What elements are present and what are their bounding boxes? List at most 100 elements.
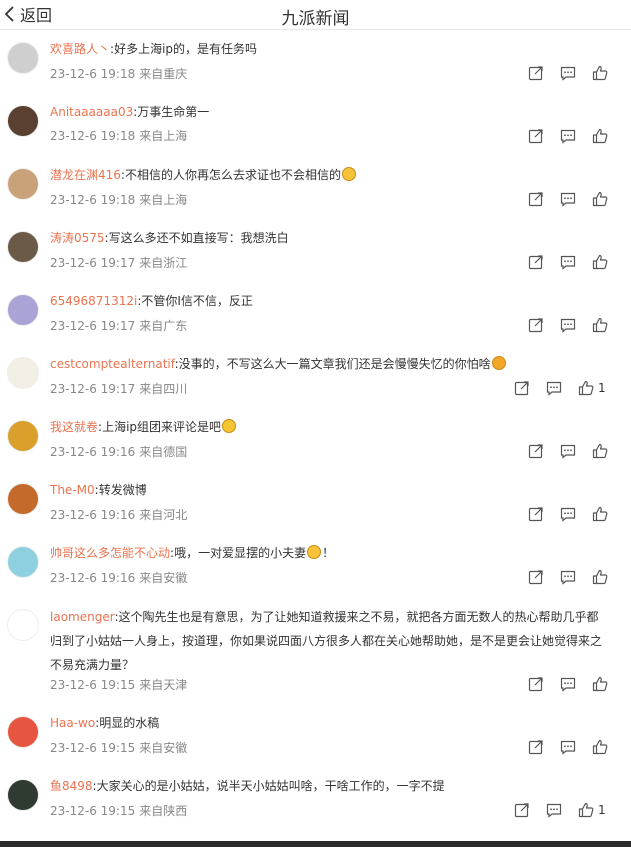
avatar[interactable] bbox=[7, 420, 39, 452]
comment-username[interactable]: 欢喜路人丶 bbox=[50, 42, 110, 56]
avatar[interactable] bbox=[7, 168, 39, 200]
comment-text: 上海ip组团来评论是吧 bbox=[102, 420, 222, 434]
comment-username[interactable]: 潜龙在渊416 bbox=[50, 168, 121, 182]
comment-date: 23-12-6 19:17 bbox=[50, 382, 136, 396]
comment-icon[interactable] bbox=[559, 64, 576, 81]
comment-icon[interactable] bbox=[545, 379, 562, 396]
thumbs-up-icon[interactable] bbox=[591, 316, 608, 333]
share-icon[interactable] bbox=[513, 801, 530, 818]
comment-text-line: The-M0:转发微博 bbox=[50, 479, 619, 501]
comment-actions bbox=[527, 442, 608, 459]
avatar[interactable] bbox=[7, 609, 39, 641]
comment-username[interactable]: The-M0 bbox=[50, 483, 95, 497]
share-icon[interactable] bbox=[527, 127, 544, 144]
comment-text-line: 我这就卷:上海ip组团来评论是吧 bbox=[50, 416, 619, 438]
comment-text: 没事的，不写这么大一篇文章我们还是会慢慢失忆的你怕啥 bbox=[178, 357, 491, 371]
comment-icon[interactable] bbox=[559, 505, 576, 522]
comment-text: 不相信的人你再怎么去求证也不会相信的 bbox=[124, 168, 341, 182]
comment-username[interactable]: 涛涛0575 bbox=[50, 231, 105, 245]
comment-actions bbox=[527, 316, 608, 333]
window-bottom-edge bbox=[0, 841, 631, 847]
comment-username[interactable]: Haa-wo bbox=[50, 716, 95, 730]
comment-location: 来自浙江 bbox=[139, 256, 188, 270]
comment-location: 来自广东 bbox=[139, 319, 188, 333]
comment-text-line: 潜龙在渊416:不相信的人你再怎么去求证也不会相信的 bbox=[50, 164, 619, 186]
comment-location: 来自四川 bbox=[139, 382, 188, 396]
share-icon[interactable] bbox=[527, 675, 544, 692]
comment-text: 转发微博 bbox=[98, 483, 147, 497]
share-icon[interactable] bbox=[527, 190, 544, 207]
avatar[interactable] bbox=[7, 105, 39, 137]
comment-text-line: 涛涛0575:写这么多还不如直接写：我想洗白 bbox=[50, 227, 619, 249]
avatar[interactable] bbox=[7, 483, 39, 515]
thumbs-up-icon[interactable] bbox=[591, 675, 608, 692]
comment-username[interactable]: laomenger bbox=[50, 610, 114, 624]
share-icon[interactable] bbox=[527, 442, 544, 459]
thumbs-up-icon[interactable] bbox=[591, 738, 608, 755]
share-icon[interactable] bbox=[527, 568, 544, 585]
sweat-smile-emoji bbox=[341, 167, 356, 181]
thumbs-up-icon[interactable] bbox=[577, 801, 594, 818]
comment-text: 万事生命第一 bbox=[137, 105, 210, 119]
comment-meta: 23-12-6 19:18 来自上海 bbox=[50, 191, 191, 208]
thumbs-up-icon[interactable] bbox=[591, 253, 608, 270]
comment-text: 好多上海ip的，是有任务吗 bbox=[114, 42, 258, 56]
thumbs-up-icon[interactable] bbox=[591, 127, 608, 144]
share-icon[interactable] bbox=[527, 64, 544, 81]
comment-icon[interactable] bbox=[559, 675, 576, 692]
comment-actions: 1 bbox=[513, 801, 606, 818]
comment-text: 大家关心的是小姑姑，说半天小姑姑叫啥，干啥工作的，一字不提 bbox=[96, 779, 445, 793]
comment-date: 23-12-6 19:18 bbox=[50, 67, 136, 81]
thumbs-up-icon[interactable] bbox=[591, 505, 608, 522]
comment-text: 不管你I信不信，反正 bbox=[141, 294, 253, 308]
comment-actions bbox=[527, 127, 608, 144]
comment-icon[interactable] bbox=[559, 568, 576, 585]
comment-username[interactable]: 65496871312i bbox=[50, 294, 137, 308]
avatar[interactable] bbox=[7, 546, 39, 578]
comment-icon[interactable] bbox=[559, 127, 576, 144]
comment-text-line: Anitaaaaaa03:万事生命第一 bbox=[50, 101, 619, 123]
comment-username[interactable]: 帅哥这么多怎能不心动 bbox=[50, 546, 170, 560]
comment-icon[interactable] bbox=[559, 316, 576, 333]
comment-icon[interactable] bbox=[545, 801, 562, 818]
share-icon[interactable] bbox=[513, 379, 530, 396]
comment-date: 23-12-6 19:18 bbox=[50, 193, 136, 207]
thumbs-up-icon[interactable] bbox=[591, 442, 608, 459]
thumbs-up-icon[interactable] bbox=[591, 64, 608, 81]
comment-username[interactable]: 鱼8498 bbox=[50, 779, 93, 793]
share-icon[interactable] bbox=[527, 316, 544, 333]
comment-date: 23-12-6 19:15 bbox=[50, 804, 136, 818]
avatar[interactable] bbox=[7, 357, 39, 389]
comment-location: 来自上海 bbox=[139, 193, 188, 207]
comment-meta: 23-12-6 19:17 来自浙江 bbox=[50, 254, 191, 271]
avatar[interactable] bbox=[7, 779, 39, 811]
comment-date: 23-12-6 19:15 bbox=[50, 741, 136, 755]
comment-icon[interactable] bbox=[559, 442, 576, 459]
comment-date: 23-12-6 19:16 bbox=[50, 508, 136, 522]
comment-icon[interactable] bbox=[559, 190, 576, 207]
shush-emoji bbox=[491, 356, 506, 370]
share-icon[interactable] bbox=[527, 505, 544, 522]
thumbs-up-icon[interactable] bbox=[577, 379, 594, 396]
comment-actions bbox=[527, 253, 608, 270]
comment-icon[interactable] bbox=[559, 738, 576, 755]
comment-username[interactable]: 我这就卷 bbox=[50, 420, 98, 434]
like-count: 1 bbox=[598, 380, 606, 395]
comment-location: 来自德国 bbox=[139, 445, 188, 459]
comment-location: 来自上海 bbox=[139, 129, 188, 143]
avatar[interactable] bbox=[7, 716, 39, 748]
avatar[interactable] bbox=[7, 294, 39, 326]
comment-text: 写这么多还不如直接写：我想洗白 bbox=[108, 231, 289, 245]
comment-actions bbox=[527, 505, 608, 522]
comment-actions bbox=[527, 675, 608, 692]
avatar[interactable] bbox=[7, 231, 39, 263]
thumbs-up-icon[interactable] bbox=[591, 190, 608, 207]
comment-text-line: Haa-wo:明显的水稿 bbox=[50, 712, 619, 734]
thumbs-up-icon[interactable] bbox=[591, 568, 608, 585]
comment-username[interactable]: cestcomptealternatif bbox=[50, 357, 175, 371]
comment-username[interactable]: Anitaaaaaa03 bbox=[50, 105, 133, 119]
share-icon[interactable] bbox=[527, 738, 544, 755]
avatar[interactable] bbox=[7, 42, 39, 74]
share-icon[interactable] bbox=[527, 253, 544, 270]
comment-icon[interactable] bbox=[559, 253, 576, 270]
